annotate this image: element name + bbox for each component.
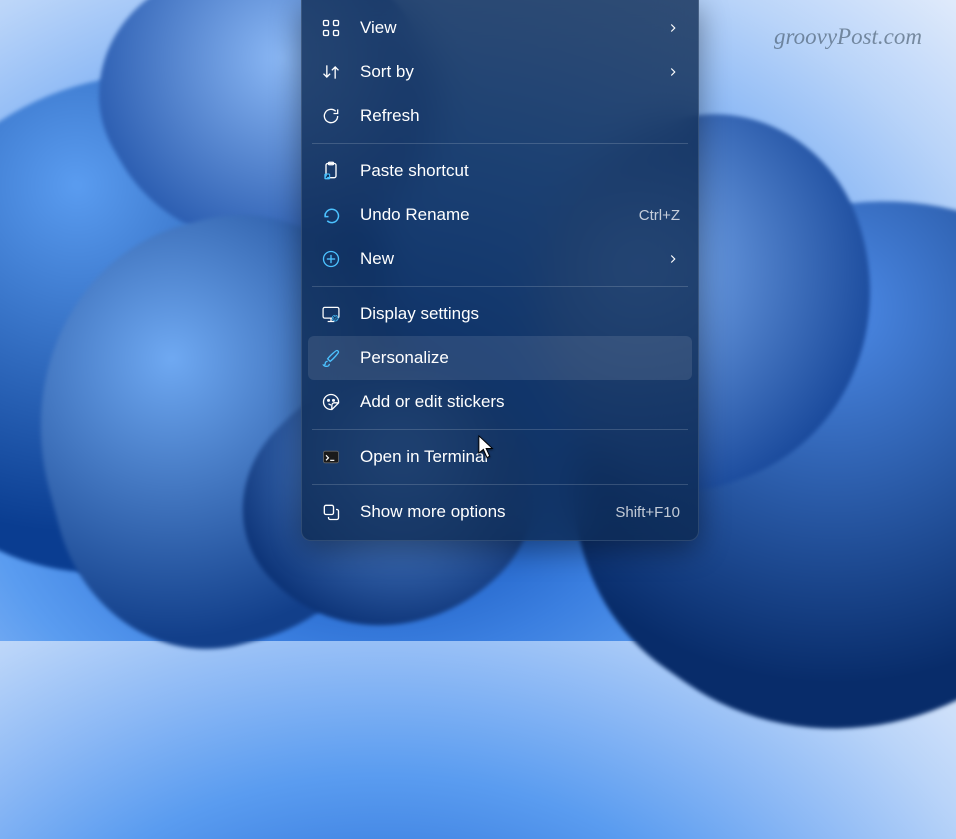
menu-item-label: Sort by [360, 62, 656, 82]
menu-item-view[interactable]: View [308, 6, 692, 50]
menu-item-new[interactable]: New [308, 237, 692, 281]
chevron-right-icon [666, 252, 680, 266]
sort-icon [320, 61, 342, 83]
menu-item-label: Refresh [360, 106, 680, 126]
expand-options-icon [320, 501, 342, 523]
menu-separator [312, 429, 688, 430]
menu-item-display-settings[interactable]: Display settings [308, 292, 692, 336]
menu-item-label: New [360, 249, 656, 269]
sticker-icon [320, 391, 342, 413]
watermark: groovyPost.com [774, 24, 922, 50]
menu-separator [312, 484, 688, 485]
menu-item-label: Add or edit stickers [360, 392, 680, 412]
chevron-right-icon [666, 21, 680, 35]
chevron-right-icon [666, 65, 680, 79]
desktop-context-menu: View Sort by Refresh [301, 0, 699, 541]
menu-item-label: Paste shortcut [360, 161, 680, 181]
terminal-icon [320, 446, 342, 468]
menu-item-undo-rename[interactable]: Undo Rename Ctrl+Z [308, 193, 692, 237]
menu-separator [312, 286, 688, 287]
brush-icon [320, 347, 342, 369]
menu-item-label: View [360, 18, 656, 38]
menu-item-refresh[interactable]: Refresh [308, 94, 692, 138]
menu-item-paste-shortcut[interactable]: Paste shortcut [308, 149, 692, 193]
paste-shortcut-icon [320, 160, 342, 182]
menu-item-sort-by[interactable]: Sort by [308, 50, 692, 94]
menu-item-shortcut: Shift+F10 [615, 504, 680, 521]
menu-item-label: Show more options [360, 502, 605, 522]
menu-item-shortcut: Ctrl+Z [639, 207, 680, 224]
add-circle-icon [320, 248, 342, 270]
menu-separator [312, 143, 688, 144]
menu-item-label: Open in Terminal [360, 447, 680, 467]
menu-item-show-more-options[interactable]: Show more options Shift+F10 [308, 490, 692, 534]
view-grid-icon [320, 17, 342, 39]
menu-item-add-stickers[interactable]: Add or edit stickers [308, 380, 692, 424]
refresh-icon [320, 105, 342, 127]
menu-item-open-terminal[interactable]: Open in Terminal [308, 435, 692, 479]
display-settings-icon [320, 303, 342, 325]
undo-icon [320, 204, 342, 226]
menu-item-label: Personalize [360, 348, 680, 368]
menu-item-personalize[interactable]: Personalize [308, 336, 692, 380]
menu-item-label: Display settings [360, 304, 680, 324]
menu-item-label: Undo Rename [360, 205, 629, 225]
